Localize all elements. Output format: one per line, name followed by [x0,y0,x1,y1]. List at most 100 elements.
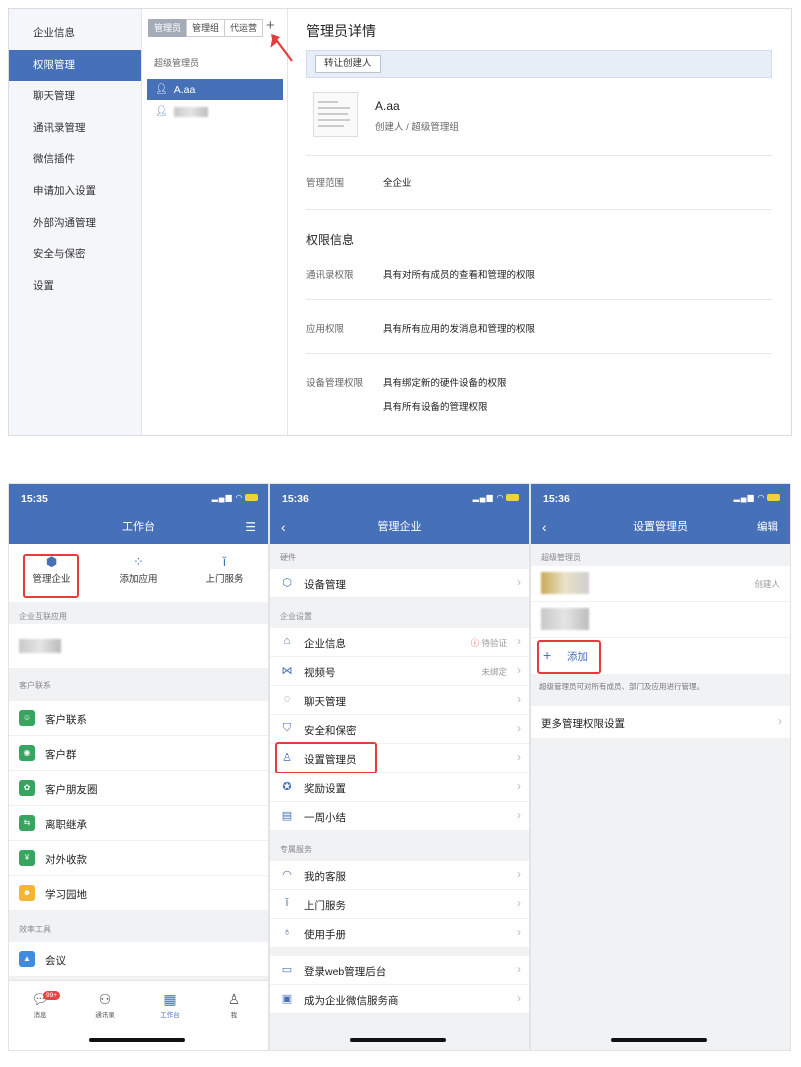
nav-title: 设置管理员 [633,521,688,533]
video-status: 未绑定 [481,667,507,677]
home-indicator [89,1038,185,1042]
row-reward-settings[interactable]: ✪ 奖励设置 › [270,773,529,802]
tie-icon: ǐ [223,554,226,569]
monitor-icon: ▭ [281,964,293,976]
app-resign-inherit[interactable]: ⇆ 离职继承 [9,806,268,841]
back-icon[interactable]: ‹ [281,510,286,544]
divider [306,299,772,300]
learning-icon: ☻ [19,885,35,901]
signal-wifi-battery-icon: ▂▄▆ ◠ [212,493,258,502]
row-user-manual[interactable]: ♁ 使用手册 › [270,919,529,948]
creator-tag: 创建人 [754,579,780,589]
meeting-icon: ▲ [19,951,35,967]
row-my-service[interactable]: ◠ 我的客服 › [270,861,529,890]
admin-tabs: 管理员 管理组 代运营 [148,19,264,37]
signal-wifi-battery-icon: ▂▄▆ ◠ [734,493,780,502]
sidebar-nav: 企业信息 权限管理 聊天管理 通讯录管理 微信插件 申请加入设置 外部沟通管理 … [9,9,142,435]
person-icon: 👤︎ [155,106,168,117]
sidebar-item-chat[interactable]: 聊天管理 [9,81,141,113]
tab-me[interactable]: ♙ 我 [209,989,259,1019]
row-more-permission-settings[interactable]: 更多管理权限设置 › [531,706,790,739]
chat-bubble-icon: ◌ [283,693,291,705]
app-external-payment[interactable]: ¥ 对外收款 [9,841,268,876]
tab-contacts[interactable]: ⚇ 通讯录 [80,989,130,1019]
sidebar-item-company-info[interactable]: 企业信息 [9,18,141,50]
transfer-creator-button[interactable]: 转让创建人 [315,55,381,73]
super-admin-note: 超级管理员可对所有成员、部门及应用进行管理。 [539,682,704,691]
app-customer-contact[interactable]: ☺ 客户联系 [9,701,268,736]
admin-item-selected[interactable]: 👤︎ A.aa [147,79,283,100]
chevron-right-icon: › [778,714,782,728]
status-bar: 15:35 ▂▄▆ ◠ [9,484,268,510]
status-time: 15:36 [282,493,309,505]
edit-button[interactable]: 编辑 [757,510,778,544]
chevron-right-icon: › [517,750,521,764]
row-onsite-service[interactable]: ǐ 上门服务 › [270,890,529,919]
app-customer-moments[interactable]: ✿ 客户朋友圈 [9,771,268,806]
app-learning[interactable]: ☻ 学习园地 [9,876,268,911]
admin-item[interactable]: 👤︎ [147,101,283,122]
sidebar-item-security[interactable]: 安全与保密 [9,239,141,271]
row-company-info[interactable]: ⌂ 企业信息 ⓘ 待验证 › [270,628,529,657]
bottom-tabbar: 💬︎ 消息 99+ ⚇ 通讯录 ▦ 工作台 ♙ 我 [9,980,268,1050]
divider [306,353,772,354]
chevron-right-icon: › [517,663,521,677]
admin-list-panel: 管理员 管理组 代运营 + 超级管理员 👤︎ A.aa 👤︎ [142,9,293,435]
divider [306,155,772,156]
blurred-app [19,639,61,653]
row-device-manage[interactable]: ⬡ 设备管理 › [270,569,529,598]
sidebar-item-external[interactable]: 外部沟通管理 [9,208,141,240]
phone-workbench-screen: 15:35 ▂▄▆ ◠ 工作台 ☰ ⬢ 管理企业 ⁘ 添加应用 ǐ 上门服务 企… [8,483,269,1051]
chevron-right-icon: › [517,991,521,1005]
interconnect-app-row[interactable] [9,624,268,668]
app-meeting[interactable]: ▲ 会议 [9,942,268,977]
blurred-avatar [541,608,589,630]
row-become-provider[interactable]: ▣ 成为企业微信服务商 › [270,985,529,1014]
highlight-box [275,742,377,774]
sidebar-item-permissions[interactable]: 权限管理 [9,49,141,82]
onsite-service-button[interactable]: ǐ 上门服务 [187,553,262,585]
divider [306,209,772,210]
filter-icon[interactable]: ☰ [245,510,256,544]
permission-section-title: 权限信息 [306,233,355,247]
verify-status: 待验证 [481,638,507,648]
transfer-icon: ⇆ [19,815,35,831]
tab-messages[interactable]: 💬︎ 消息 99+ [15,989,65,1019]
phone-set-admin-screen: 15:36 ▂▄▆ ◠ ‹ 设置管理员 编辑 超级管理员 创建人 + 添加 超级… [530,483,791,1051]
app-customer-group[interactable]: ◉ 客户群 [9,736,268,771]
sidebar-item-join-settings[interactable]: 申请加入设置 [9,176,141,208]
sidebar-item-wechat-plugin[interactable]: 微信插件 [9,144,141,176]
signal-wifi-battery-icon: ▂▄▆ ◠ [473,493,519,502]
section-title-super-admin: 超级管理员 [541,553,581,562]
group-icon: ◉ [19,745,35,761]
payment-icon: ¥ [19,850,35,866]
admin-detail-panel: 管理员详情 转让创建人 A.aa 创建人 / 超级管理组 管理范围 全企业 权限… [289,9,791,435]
sidebar-item-contacts[interactable]: 通讯录管理 [9,113,141,145]
chevron-right-icon: › [517,721,521,735]
back-icon[interactable]: ‹ [542,510,547,544]
tab-workbench[interactable]: ▦ 工作台 [145,989,195,1019]
row-security[interactable]: ⛉ 安全和保密 › [270,715,529,744]
apps-icon: ⁘ [133,554,144,569]
row-video-account[interactable]: ⋈ 视频号 未绑定 › [270,657,529,686]
admin-row-creator[interactable]: 创建人 [531,566,790,602]
tab-admins[interactable]: 管理员 [148,19,188,37]
blurred-avatar [541,572,589,594]
section-title-settings: 企业设置 [280,612,312,621]
row-weekly-summary[interactable]: ▤ 一周小结 › [270,802,529,831]
device-permission-value-1: 具有绑定新的硬件设备的权限 [383,378,507,389]
status-time: 15:35 [21,493,48,505]
tab-admin-groups[interactable]: 管理组 [186,19,226,37]
tab-agency[interactable]: 代运营 [224,19,264,37]
row-chat-manage[interactable]: ◌ 聊天管理 › [270,686,529,715]
section-title-hardware: 硬件 [280,553,296,562]
medal-icon: ✪ [282,781,292,793]
row-web-admin-login[interactable]: ▭ 登录web管理后台 › [270,956,529,985]
lightbulb-icon: ♁ [282,926,292,938]
sidebar-item-settings[interactable]: 设置 [9,271,141,303]
admin-row[interactable] [531,602,790,638]
status-bar: 15:36 ▂▄▆ ◠ [531,484,790,510]
add-app-button[interactable]: ⁘ 添加应用 [101,553,176,585]
highlight-box [23,554,79,598]
home-indicator [611,1038,707,1042]
